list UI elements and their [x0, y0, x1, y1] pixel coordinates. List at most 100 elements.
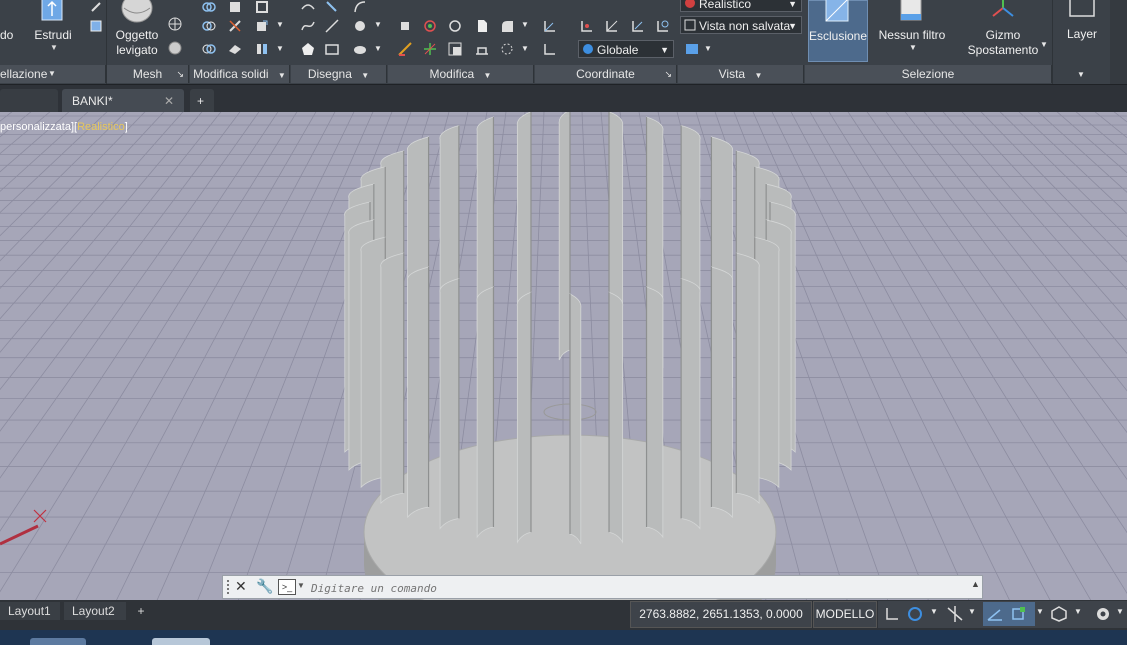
thicken-icon[interactable] [225, 40, 245, 58]
gizmo-label-1[interactable]: Gizmo [962, 28, 1044, 42]
panel-modeling[interactable]: ellazione ▼ [0, 65, 106, 83]
file-tab-active[interactable]: BANKI* ✕ [62, 89, 184, 113]
panel-selection[interactable]: Selezione [805, 65, 1052, 83]
copy-icon[interactable] [472, 17, 492, 35]
rectangle-icon[interactable] [322, 40, 342, 58]
file-tab-start[interactable] [0, 89, 58, 113]
extrude-dropdown-icon[interactable]: ▼ [50, 43, 58, 52]
coordinate-readout[interactable]: 2763.8882, 2651.1353, 0.0000 [630, 601, 812, 628]
union-icon[interactable] [199, 0, 219, 16]
gear-icon[interactable] [1094, 605, 1112, 623]
layer-icon[interactable] [1068, 0, 1096, 20]
panel-coordinates[interactable]: Coordinate ↘ [535, 65, 677, 83]
rotate-icon[interactable] [445, 17, 465, 35]
array-icon[interactable] [472, 40, 492, 58]
intersect-icon[interactable] [199, 40, 219, 58]
move-icon[interactable] [395, 17, 415, 35]
panel-view[interactable]: Vista ▼ [678, 65, 804, 83]
filter-dropdown-icon[interactable]: ▼ [909, 43, 917, 52]
smooth-object-label-1[interactable]: Oggetto [110, 28, 164, 42]
view-label[interactable]: personalizzata [0, 121, 71, 133]
ucs-view-icon[interactable] [653, 17, 673, 35]
modify-more-icon[interactable]: ▼ [521, 20, 529, 29]
drag-handle[interactable] [227, 580, 235, 594]
ucs-origin-icon[interactable] [577, 17, 597, 35]
modify-more-icon-2[interactable]: ▼ [521, 44, 529, 53]
add-layout-button[interactable]: + [132, 602, 150, 620]
ortho-icon[interactable] [884, 606, 900, 622]
command-input[interactable] [309, 578, 953, 598]
view-dropdown[interactable]: Vista non salvata ▼ [680, 16, 802, 34]
isometric-icon[interactable] [946, 606, 964, 622]
extrude-button[interactable]: Estrudi [30, 28, 76, 42]
ucs-3point-icon[interactable] [628, 17, 648, 35]
revolve-icon[interactable] [86, 0, 106, 16]
shell-icon[interactable] [252, 0, 272, 16]
layout-tab-1[interactable]: Layout1 [0, 602, 60, 620]
panel-draw[interactable]: Disegna ▼ [291, 65, 387, 83]
3d-snap-icon[interactable] [1010, 606, 1028, 622]
arc-icon[interactable] [350, 0, 370, 16]
prompt-icon[interactable]: >_ [278, 579, 296, 595]
3d-model-scene[interactable] [0, 112, 1127, 600]
no-filter-button[interactable]: Nessun filtro [872, 28, 952, 42]
scale-icon[interactable] [445, 40, 465, 58]
viewport-controls-label[interactable]: personalizzata][Realistico] [0, 121, 128, 133]
slice-icon[interactable] [225, 17, 245, 35]
chevron-down-icon[interactable]: ▼ [1074, 607, 1082, 616]
model-space-button[interactable]: MODELLO [813, 601, 877, 628]
panel-modify[interactable]: Modifica ▼ [388, 65, 534, 83]
exclude-button[interactable]: Esclusione [808, 0, 868, 62]
separate-icon[interactable] [252, 40, 272, 58]
filter-icon[interactable] [898, 0, 924, 24]
polygon-icon[interactable] [298, 40, 318, 58]
drawing-viewport[interactable]: personalizzata][Realistico] [0, 112, 1127, 600]
fillet-icon[interactable] [497, 17, 517, 35]
gizmo-dropdown-icon[interactable]: ▼ [1040, 40, 1048, 49]
line-icon[interactable] [322, 17, 342, 35]
circle-icon[interactable] [350, 17, 370, 35]
ucs-named-icon[interactable] [540, 40, 560, 58]
ucs-icon[interactable] [540, 17, 560, 35]
command-history-toggle-icon[interactable]: ▲ [971, 579, 980, 589]
region-icon[interactable] [350, 40, 370, 58]
visual-style-dropdown[interactable]: Realistico ▼ [680, 0, 802, 12]
box-solid-icon[interactable] [225, 0, 245, 16]
mesh-sphere-icon[interactable] [165, 15, 185, 33]
visual-style-label[interactable]: Realistico [77, 121, 125, 133]
mesh-refine-icon[interactable] [165, 39, 185, 57]
align-icon[interactable] [395, 40, 415, 58]
viewport-config-dropdown-icon[interactable]: ▼ [704, 44, 712, 53]
subtract-icon[interactable] [199, 17, 219, 35]
close-icon[interactable]: ✕ [164, 89, 174, 113]
layer-button[interactable]: Layer [1054, 27, 1110, 41]
solid-edit-more-icon[interactable]: ▼ [276, 20, 284, 29]
chevron-down-icon[interactable]: ▼ [1036, 607, 1044, 616]
ucs-zaxis-icon[interactable] [602, 17, 622, 35]
close-icon[interactable]: ✕ [235, 578, 247, 595]
solid-edit-more-icon-2[interactable]: ▼ [276, 44, 284, 53]
3d-mirror-icon[interactable] [420, 40, 440, 58]
layout-tab-2[interactable]: Layout2 [64, 602, 126, 620]
clipped-tool-label[interactable]: do [0, 28, 16, 42]
taskbar-app-button-active[interactable] [152, 638, 210, 645]
draw-more-icon[interactable]: ▼ [374, 20, 382, 29]
draw-more-icon-2[interactable]: ▼ [374, 44, 382, 53]
panel-solid-edit[interactable]: Modifica solidi ▼ [190, 65, 290, 83]
smooth-object-label-2[interactable]: levigato [110, 43, 164, 57]
layer-dropdown-icon[interactable]: ▼ [1077, 70, 1085, 79]
extract-edges-icon[interactable] [252, 17, 272, 35]
taskbar-app-button[interactable] [30, 638, 86, 645]
sweep-icon[interactable] [86, 17, 106, 35]
viewport-config-icon[interactable] [682, 40, 702, 58]
workspace-icon[interactable] [1050, 606, 1068, 622]
new-tab-button[interactable]: + [190, 89, 214, 113]
smooth-object-icon[interactable] [120, 0, 154, 24]
select-region-icon[interactable] [497, 40, 517, 58]
polyline-icon[interactable] [298, 0, 318, 16]
object-snap-icon[interactable] [986, 606, 1004, 622]
helix-icon[interactable] [322, 0, 342, 16]
extrude-icon[interactable] [38, 0, 68, 24]
wrench-icon[interactable]: 🔧 [256, 578, 273, 595]
gizmo-label-2[interactable]: Spostamento [962, 43, 1044, 57]
